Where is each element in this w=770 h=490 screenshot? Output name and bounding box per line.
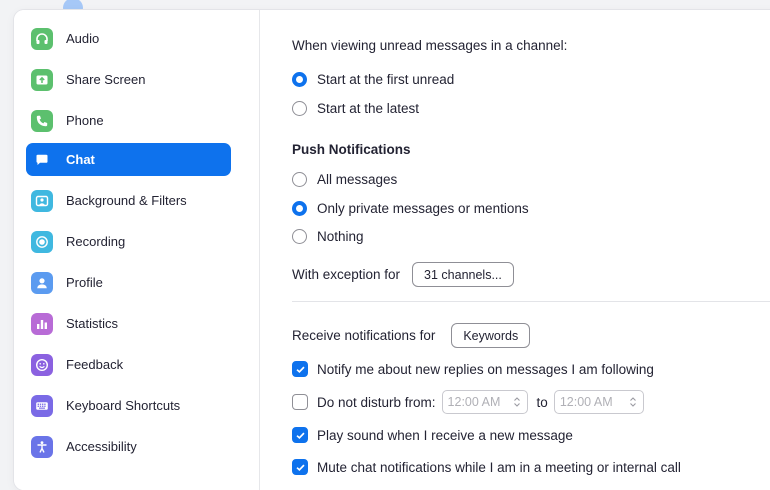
unread-heading: When viewing unread messages in a channe…: [292, 38, 568, 53]
sidebar-item-label: Audio: [66, 31, 100, 46]
chat-icon: [31, 149, 53, 171]
sidebar-item-statistics[interactable]: Statistics: [26, 307, 231, 340]
play-sound-checkbox[interactable]: [292, 427, 308, 443]
dnd-to-label: to: [536, 394, 548, 410]
exception-label: With exception for: [292, 267, 401, 282]
accessibility-icon: [31, 435, 53, 458]
feedback-icon: [31, 353, 53, 376]
radio-button[interactable]: [292, 72, 307, 87]
time-stepper-icon[interactable]: [513, 396, 521, 408]
sidebar-item-keyboard-shortcuts[interactable]: Keyboard Shortcuts: [26, 389, 231, 422]
sidebar-item-feedback[interactable]: Feedback: [26, 348, 231, 381]
headphones-icon: [31, 27, 53, 50]
keyboard-icon: [31, 394, 53, 417]
sidebar-item-label: Background & Filters: [66, 193, 187, 208]
radio-latest[interactable]: Start at the latest: [292, 101, 419, 116]
radio-label: Nothing: [317, 229, 364, 244]
radio-label: Start at the first unread: [317, 72, 455, 87]
sidebar-item-label: Statistics: [66, 316, 119, 331]
share-screen-icon: [31, 68, 53, 91]
sidebar-item-accessibility[interactable]: Accessibility: [26, 430, 231, 463]
radio-button[interactable]: [292, 229, 307, 244]
statistics-icon: [31, 312, 53, 335]
radio-all-messages[interactable]: All messages: [292, 172, 397, 187]
radio-nothing[interactable]: Nothing: [292, 229, 364, 244]
sidebar-item-chat[interactable]: Chat: [26, 143, 231, 176]
sidebar-item-label: Recording: [66, 234, 126, 249]
sidebar-item-audio[interactable]: Audio: [26, 22, 231, 55]
sidebar-item-label: Profile: [66, 275, 103, 290]
radio-button[interactable]: [292, 101, 307, 116]
sidebar-item-label: Share Screen: [66, 72, 146, 87]
sidebar-item-recording[interactable]: Recording: [26, 225, 231, 258]
checkbox-label: Mute chat notifications while I am in a …: [317, 459, 681, 475]
radio-first-unread[interactable]: Start at the first unread: [292, 72, 454, 87]
checkbox-label: Do not disturb from:: [317, 394, 436, 410]
radio-label: Only private messages or mentions: [317, 201, 529, 216]
sidebar-item-label: Keyboard Shortcuts: [66, 398, 181, 413]
sidebar-item-share-screen[interactable]: Share Screen: [26, 63, 231, 96]
mute-meeting-row[interactable]: Mute chat notifications while I am in a …: [292, 459, 681, 475]
notify-replies-row[interactable]: Notify me about new replies on messages …: [292, 361, 654, 377]
notify-replies-checkbox[interactable]: [292, 361, 308, 377]
settings-sidebar: Audio Share Screen Phone Chat Background…: [14, 10, 260, 490]
sidebar-item-profile[interactable]: Profile: [26, 266, 231, 299]
sidebar-item-label: Phone: [66, 113, 104, 128]
profile-icon: [31, 271, 53, 294]
time-value: 12:00 AM: [447, 395, 501, 409]
sidebar-item-phone[interactable]: Phone: [26, 104, 231, 137]
sidebar-item-label: Chat: [66, 152, 95, 167]
checkmark-icon: [295, 432, 305, 439]
keywords-button[interactable]: Keywords: [451, 323, 531, 348]
receive-label: Receive notifications for: [292, 328, 436, 343]
do-not-disturb-row: Do not disturb from: 12:00 AM to 12:00 A…: [292, 390, 644, 414]
radio-button[interactable]: [292, 201, 307, 216]
section-divider: [292, 301, 770, 302]
radio-private-mentions[interactable]: Only private messages or mentions: [292, 201, 529, 216]
checkbox-label: Notify me about new replies on messages …: [317, 361, 654, 377]
time-value: 12:00 AM: [559, 395, 613, 409]
background-icon: [31, 189, 53, 212]
radio-label: Start at the latest: [317, 101, 420, 116]
receive-row: Receive notifications for Keywords: [292, 323, 531, 348]
sidebar-item-label: Feedback: [66, 357, 124, 372]
radio-button[interactable]: [292, 172, 307, 187]
mute-meeting-checkbox[interactable]: [292, 459, 308, 475]
time-stepper-icon[interactable]: [629, 396, 637, 408]
do-not-disturb-checkbox[interactable]: [292, 394, 308, 410]
channels-button[interactable]: 31 channels...: [412, 262, 514, 287]
radio-label: All messages: [317, 172, 398, 187]
checkbox-label: Play sound when I receive a new message: [317, 427, 573, 443]
dnd-to-time-field[interactable]: 12:00 AM: [553, 390, 644, 414]
checkmark-icon: [295, 464, 305, 471]
exception-row: With exception for 31 channels...: [292, 262, 514, 287]
recording-icon: [31, 230, 53, 253]
sidebar-item-background-filters[interactable]: Background & Filters: [26, 184, 231, 217]
push-notifications-title: Push Notifications: [292, 142, 411, 157]
settings-window: Audio Share Screen Phone Chat Background…: [14, 10, 770, 490]
dnd-from-time-field[interactable]: 12:00 AM: [441, 390, 528, 414]
phone-icon: [31, 109, 53, 132]
play-sound-row[interactable]: Play sound when I receive a new message: [292, 427, 573, 443]
chat-settings-panel: When viewing unread messages in a channe…: [260, 10, 770, 490]
checkmark-icon: [295, 366, 305, 373]
sidebar-item-label: Accessibility: [66, 439, 137, 454]
